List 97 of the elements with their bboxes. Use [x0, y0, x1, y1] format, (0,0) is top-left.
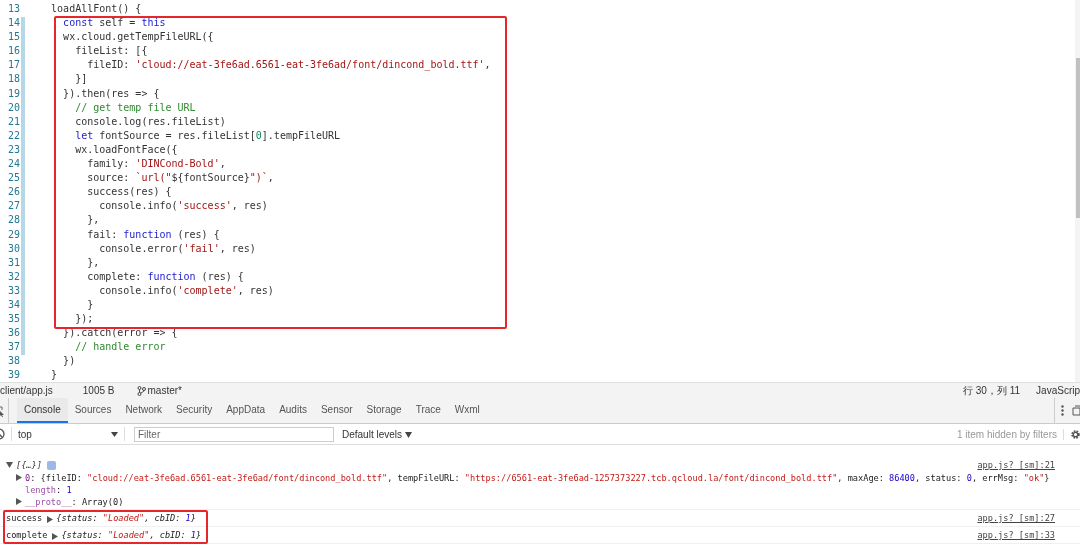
line-number: 32 — [6, 270, 20, 284]
line-number: 14 — [6, 17, 20, 31]
line-number: 35 — [6, 313, 20, 327]
line-number: 39 — [6, 369, 20, 382]
code-line: fileID: 'cloud://eat-3fe6ad.6561-eat-3fe6ad/font/dincond_bold.ttf', — [86, 59, 491, 73]
object-property: 0: {fileID: "cloud://eat-3fe6ad.6561-eat-3fe6ad/font/dincond_bold.ttf", tempFileURL: "https://6561-eat-3fe6ad-1257373227.tcb.qcloud.la/font/dincond_bold.ttf", maxAge: 86400, status: 0, errMsg: "ok"} — [25, 472, 1050, 484]
line-number: 34 — [6, 298, 20, 312]
expand-icon[interactable] — [46, 515, 54, 523]
devtools-tab[interactable]: Console — [17, 398, 68, 423]
source-link[interactable]: app.js? [sm]:21 — [977, 459, 1055, 471]
code-line: // handle error — [74, 341, 166, 355]
expand-icon[interactable] — [15, 474, 22, 481]
line-number: 23 — [6, 143, 20, 157]
settings-icon[interactable] — [1070, 428, 1080, 440]
log-label: complete — [6, 529, 48, 541]
line-number: 27 — [6, 200, 20, 214]
line-number: 20 — [6, 101, 20, 115]
code-line: }, — [86, 214, 100, 228]
devtools-tab[interactable]: Trace — [408, 398, 448, 423]
code-line: // get temp file URL — [74, 101, 196, 115]
file-size: 1005 B — [82, 385, 115, 396]
line-number: 13 — [6, 3, 20, 16]
clear-icon[interactable] — [0, 428, 5, 440]
code-line: console.log(res.fileList) — [74, 115, 226, 129]
source-link[interactable]: app.js? [sm]:27 — [977, 512, 1055, 524]
line-number: 36 — [6, 327, 20, 341]
devtools-tab[interactable]: Audits — [272, 398, 314, 423]
dock-icon[interactable] — [1072, 405, 1080, 416]
caret-icon — [111, 431, 118, 437]
object-property: length: 1 — [25, 484, 72, 496]
line-number: 24 — [6, 158, 20, 172]
line-number: 30 — [6, 242, 20, 256]
code-line: }).then(res => { — [62, 87, 160, 101]
more-icon[interactable] — [1061, 405, 1064, 416]
line-number: 21 — [6, 115, 20, 129]
line-number: 18 — [6, 73, 20, 87]
devtools-tab[interactable]: Storage — [359, 398, 409, 423]
code-line: } — [86, 298, 94, 312]
object-preview: {status: "Loaded", cbID: 1} — [56, 513, 196, 523]
code-line: const self = this — [62, 17, 166, 31]
devtools-tab[interactable]: Sensor — [313, 398, 360, 423]
line-number: 15 — [6, 31, 20, 45]
line-number: 22 — [6, 129, 20, 143]
collapse-icon[interactable] — [6, 461, 13, 468]
code-line: }) — [62, 355, 76, 369]
filter-field[interactable]: Filter — [134, 426, 334, 442]
expand-icon[interactable] — [51, 532, 59, 540]
info-badge — [46, 461, 56, 470]
line-number: 17 — [6, 59, 20, 73]
code-line: success(res) { — [86, 186, 172, 200]
line-number: 26 — [6, 186, 20, 200]
code-line: console.info('success', res) — [98, 200, 268, 214]
code-line: }, — [86, 256, 100, 270]
code-line: }] — [74, 73, 88, 87]
context-select[interactable]: top — [11, 427, 125, 441]
devtools-tab[interactable]: Wxml — [447, 398, 487, 423]
code-line: wx.loadFontFace({ — [74, 143, 178, 157]
code-line: loadAllFont() { — [50, 3, 142, 16]
code-line: console.info('complete', res) — [98, 284, 274, 298]
code-line: source: `url("${fontSource}")`, — [86, 172, 274, 186]
branch-name[interactable]: master* — [147, 385, 182, 396]
code-line: console.error('fail', res) — [98, 242, 256, 256]
line-number: 25 — [6, 172, 20, 186]
code-line: family: 'DINCond-Bold', — [86, 158, 226, 172]
levels-dropdown[interactable]: Default levels — [342, 428, 412, 440]
code-line: complete: function (res) { — [86, 270, 244, 284]
caret-icon — [404, 431, 412, 438]
code-line: } — [50, 369, 58, 382]
log-summary: [{…}] — [16, 460, 42, 470]
cursor-position[interactable]: 行 30，列 11 — [963, 383, 1021, 398]
devtools-tab[interactable]: Network — [118, 398, 170, 423]
hidden-count: 1 item hidden by filters — [956, 428, 1064, 440]
file-path: client/app.js — [0, 385, 53, 396]
expand-icon[interactable] — [15, 498, 22, 505]
language-mode[interactable]: JavaScrip — [1036, 385, 1080, 396]
devtools-tab[interactable]: Security — [169, 398, 220, 423]
code-line: let fontSource = res.fileList[0].tempFileURL — [74, 129, 341, 143]
line-number: 28 — [6, 214, 20, 228]
scrollbar[interactable] — [1075, 0, 1080, 382]
branch-icon — [136, 385, 146, 396]
object-property: __proto__: Array(0) — [25, 496, 124, 508]
code-line: }); — [74, 313, 94, 327]
log-label: success — [6, 512, 43, 524]
object-preview: {status: "Loaded", cbID: 1} — [61, 530, 202, 540]
line-number: 37 — [6, 341, 20, 355]
devtools-tab[interactable]: AppData — [219, 398, 273, 423]
line-number: 16 — [6, 45, 20, 59]
line-number: 19 — [6, 87, 20, 101]
source-link[interactable]: app.js? [sm]:33 — [977, 529, 1055, 541]
code-line: fail: function (res) { — [86, 228, 220, 242]
code-line: fileList: [{ — [74, 45, 148, 59]
code-line: wx.cloud.getTempFileURL({ — [62, 31, 214, 45]
line-number: 33 — [6, 284, 20, 298]
line-number: 31 — [6, 256, 20, 270]
devtools-tab[interactable]: Sources — [67, 398, 119, 423]
line-number: 38 — [6, 355, 20, 369]
line-number: 29 — [6, 228, 20, 242]
